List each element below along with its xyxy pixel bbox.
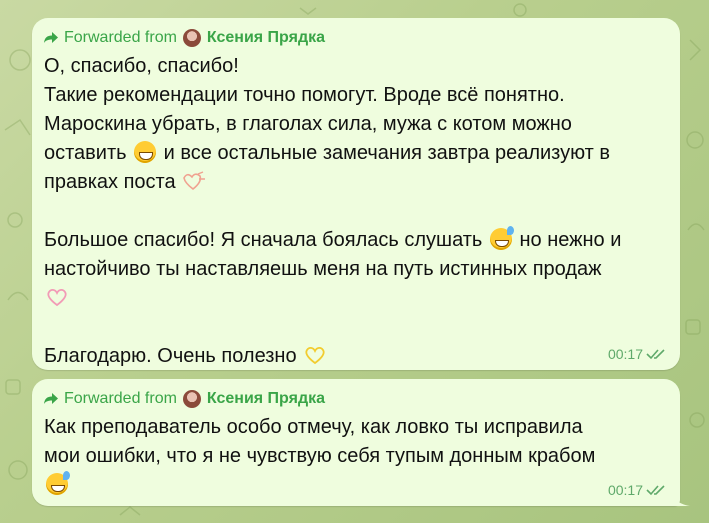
message-meta: 00:17 <box>608 482 668 498</box>
heart-doodle-emoji-icon <box>183 171 206 191</box>
message-line: мои ошибки, что я не чувствую себя тупым… <box>44 445 596 467</box>
message-line: О, спасибо, спасибо! <box>44 55 239 77</box>
text-fragment: Благодарю. Очень полезно <box>44 345 303 367</box>
message-line: настойчиво ты наставляешь меня на путь и… <box>44 258 602 280</box>
empty-line <box>44 313 666 342</box>
message-line: Такие рекомендации точно помогут. Вроде … <box>44 84 565 106</box>
message-bubble-1[interactable]: Forwarded from Ксения Прядка О, спасибо,… <box>32 18 680 370</box>
message-line: Благодарю. Очень полезно <box>44 342 666 371</box>
message-line <box>44 471 666 500</box>
message-line: Мароскина убрать, в глаголах сила, мужа … <box>44 113 572 135</box>
message-line: Как преподаватель особо отмечу, как ловк… <box>44 416 583 438</box>
grinning-face-emoji-icon <box>134 141 157 163</box>
sweat-smile-emoji-icon <box>46 471 70 495</box>
empty-line <box>44 197 666 226</box>
forward-prefix: Forwarded from <box>64 390 177 407</box>
message-time: 00:17 <box>607 346 643 362</box>
author-avatar[interactable] <box>182 390 201 408</box>
message-bubble-2[interactable]: Forwarded from Ксения Прядка Как препода… <box>32 379 690 506</box>
pink-heart-outline-emoji-icon <box>47 288 67 307</box>
message-line: Большое спасибо! Я сначала боялась слуша… <box>44 226 666 255</box>
double-check-icon <box>646 349 665 360</box>
forward-prefix: Forwarded from <box>64 29 177 46</box>
message-text: Как преподаватель особо отмечу, как ловк… <box>44 413 666 500</box>
bubble-tail <box>670 488 690 506</box>
text-fragment: правках поста <box>44 171 182 193</box>
forward-author-name[interactable]: Ксения Прядка <box>207 28 325 48</box>
forward-header[interactable]: Forwarded from Ксения Прядка <box>44 389 666 409</box>
text-fragment: оставить <box>44 142 133 164</box>
yellow-heart-outline-emoji-icon <box>305 346 325 365</box>
forward-author-name[interactable]: Ксения Прядка <box>207 389 325 409</box>
text-fragment: но нежно и <box>513 229 622 251</box>
double-check-icon <box>646 485 665 496</box>
text-fragment: и все остальные замечания завтра реализу… <box>158 142 611 164</box>
message-text: О, спасибо, спасибо! Такие рекомендации … <box>44 52 666 371</box>
message-meta: 00:17 <box>608 346 668 362</box>
author-avatar[interactable] <box>182 29 201 47</box>
sweat-smile-emoji-icon <box>489 226 514 250</box>
message-time: 00:17 <box>607 482 643 498</box>
message-line: оставить и все остальные замечания завтр… <box>44 139 666 168</box>
message-line <box>44 284 666 313</box>
text-fragment: Большое спасибо! Я сначала боялась слуша… <box>44 229 488 251</box>
forward-arrow-icon <box>44 32 58 43</box>
forward-header[interactable]: Forwarded from Ксения Прядка <box>44 28 666 48</box>
message-line: правках поста <box>44 168 666 197</box>
forward-arrow-icon <box>44 393 58 404</box>
